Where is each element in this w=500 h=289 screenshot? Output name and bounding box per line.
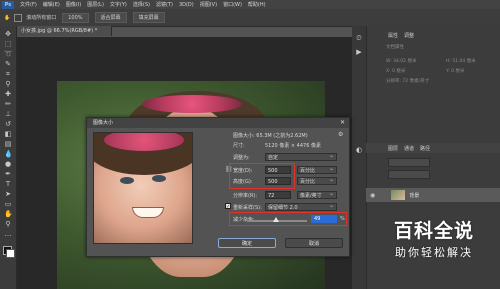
history-panel-icon[interactable]: ⏲ bbox=[355, 34, 363, 42]
watermark-title: 百科全说 bbox=[393, 220, 474, 242]
background-color-swatch[interactable] bbox=[6, 249, 15, 258]
color-panel-icon[interactable]: ◐ bbox=[355, 146, 363, 154]
tab-properties[interactable]: 属性 bbox=[388, 32, 398, 39]
menu-layer[interactable]: 图层(L) bbox=[87, 1, 104, 8]
history-brush-icon[interactable]: ↺ bbox=[4, 120, 12, 128]
marquee-tool-icon[interactable]: ⬚ bbox=[4, 40, 12, 48]
layer-name: 背景 bbox=[409, 192, 420, 199]
menu-bar: Ps 文件(F) 编辑(E) 图像(I) 图层(L) 文字(Y) 选择(S) 滤… bbox=[0, 0, 500, 9]
more-tools-icon[interactable]: … bbox=[4, 230, 12, 238]
props-resolution: 分辨率: 72 像素/英寸 bbox=[386, 79, 430, 84]
fill-screen-button[interactable]: 填充屏幕 bbox=[132, 12, 165, 23]
props-x: X: 0 厘米 bbox=[386, 69, 406, 74]
zoom-value[interactable]: 100% bbox=[62, 12, 89, 23]
healing-brush-icon[interactable]: ✚ bbox=[4, 90, 12, 98]
props-title: 文档属性 bbox=[386, 45, 404, 50]
tab-paths[interactable]: 路径 bbox=[420, 145, 430, 152]
resolution-unit-select[interactable]: 像素/英寸 bbox=[297, 190, 337, 199]
dimensions-label: 尺寸: bbox=[233, 143, 245, 149]
fit-screen-button[interactable]: 适合屏幕 bbox=[94, 12, 127, 23]
cancel-button[interactable]: 取消 bbox=[285, 238, 343, 248]
dialog-preview[interactable] bbox=[93, 132, 193, 244]
crop-tool-icon[interactable]: ⌗ bbox=[4, 70, 12, 78]
hand-tool-icon[interactable]: ✋ bbox=[4, 210, 13, 218]
document-tab[interactable]: 小女孩.jpg @ 66.7%(RGB/8#) * bbox=[17, 26, 112, 36]
dimensions-value: 5120 像素 × 4476 像素 bbox=[265, 143, 321, 149]
highlight-width-height bbox=[229, 163, 295, 189]
photo-headband bbox=[142, 95, 242, 113]
scroll-all-label: 滚动所有窗口 bbox=[26, 15, 57, 21]
menu-help[interactable]: 帮助(H) bbox=[248, 1, 266, 8]
blur-tool-icon[interactable]: 💧 bbox=[4, 150, 13, 158]
watermark: 百科全说 助你轻松解决 bbox=[370, 216, 498, 261]
highlight-reduce-noise bbox=[229, 212, 347, 226]
layers-tabs: 图层 通道 路径 bbox=[366, 143, 500, 153]
resample-label: 重新采样(S): bbox=[233, 205, 262, 211]
scroll-all-checkbox[interactable] bbox=[14, 13, 23, 22]
tab-layers[interactable]: 图层 bbox=[388, 145, 398, 152]
fit-to-select[interactable]: 自定 bbox=[265, 152, 337, 161]
dodge-tool-icon[interactable]: ● bbox=[4, 160, 12, 168]
menu-file[interactable]: 文件(F) bbox=[20, 1, 37, 8]
menu-view[interactable]: 视图(V) bbox=[200, 1, 217, 8]
pen-tool-icon[interactable]: ✒ bbox=[4, 170, 12, 178]
brush-tool-icon[interactable]: ✏ bbox=[4, 100, 12, 108]
props-width: W: 34.02 厘米 bbox=[386, 59, 417, 64]
resolution-label: 分辨率(R): bbox=[233, 193, 258, 199]
fit-to-label: 调整为: bbox=[233, 155, 250, 161]
hand-tool-icon[interactable]: ✋ bbox=[4, 15, 10, 21]
eraser-icon[interactable]: ◧ bbox=[4, 130, 12, 138]
visibility-eye-icon[interactable]: ◉ bbox=[370, 192, 375, 199]
preview-mouth bbox=[132, 207, 164, 218]
image-size-value: 图像大小: 65.3M (之前为2.62M) bbox=[233, 133, 308, 139]
gear-icon[interactable]: ⚙ bbox=[338, 131, 343, 138]
watermark-subtitle: 助你轻松解决 bbox=[395, 246, 473, 259]
type-tool-icon[interactable]: T bbox=[4, 180, 12, 188]
blend-mode-select[interactable] bbox=[388, 170, 430, 179]
dialog-title: 图像大小 bbox=[87, 118, 349, 128]
props-height: H: 51.04 厘米 bbox=[446, 59, 476, 64]
layer-thumbnail bbox=[391, 190, 406, 200]
photoshop-logo: Ps bbox=[2, 0, 14, 9]
image-size-dialog: 图像大小 ✕ 图像大小: 65.3M (之前为2.62M) ⚙ 尺寸: 5120… bbox=[86, 117, 350, 257]
menu-filter[interactable]: 滤镜(T) bbox=[156, 1, 173, 8]
resample-checkbox[interactable]: ✓ bbox=[225, 203, 231, 210]
preview-right-eye bbox=[152, 175, 166, 182]
tab-channels[interactable]: 通道 bbox=[404, 145, 414, 152]
props-y: Y: 0 厘米 bbox=[446, 69, 465, 74]
menu-edit[interactable]: 编辑(E) bbox=[43, 1, 60, 8]
menu-select[interactable]: 选择(S) bbox=[133, 1, 150, 8]
preview-left-eye bbox=[120, 177, 134, 184]
height-unit-select[interactable]: 百分比 bbox=[297, 176, 337, 185]
width-unit-select[interactable]: 百分比 bbox=[297, 165, 337, 174]
move-tool-icon[interactable]: ✥ bbox=[4, 30, 12, 38]
properties-tabs: 属性 调整 bbox=[366, 30, 500, 40]
menu-image[interactable]: 图像(I) bbox=[66, 1, 81, 8]
resample-select[interactable]: 保留细节 2.0 bbox=[265, 202, 337, 211]
eyedropper-icon[interactable]: ⚲ bbox=[4, 80, 12, 88]
tab-adjustments[interactable]: 调整 bbox=[404, 32, 414, 39]
quick-select-icon[interactable]: ✎ bbox=[4, 60, 12, 68]
gradient-tool-icon[interactable]: ▤ bbox=[4, 140, 12, 148]
lasso-tool-icon[interactable]: ➰ bbox=[4, 50, 13, 58]
options-bar: ✋ 滚动所有窗口 100% 适合屏幕 填充屏幕 bbox=[0, 9, 500, 27]
zoom-tool-icon[interactable]: ⚲ bbox=[4, 220, 12, 228]
menu-3d[interactable]: 3D(D) bbox=[179, 2, 194, 8]
menu-type[interactable]: 文字(Y) bbox=[110, 1, 127, 8]
resolution-input[interactable]: 72 bbox=[265, 191, 291, 199]
ok-button[interactable]: 确定 bbox=[218, 238, 276, 248]
path-select-icon[interactable]: ➤ bbox=[4, 190, 12, 198]
shape-tool-icon[interactable]: ▭ bbox=[4, 200, 12, 208]
stamp-tool-icon[interactable]: ⊥ bbox=[4, 110, 12, 118]
menu-window[interactable]: 窗口(W) bbox=[223, 1, 242, 8]
close-icon[interactable]: ✕ bbox=[340, 118, 345, 128]
layer-row[interactable]: ◉ 背景 bbox=[366, 188, 500, 202]
actions-panel-icon[interactable]: ▶ bbox=[355, 48, 363, 56]
tools-panel: ✥ ⬚ ➰ ✎ ⌗ ⚲ ✚ ✏ ⊥ ↺ ◧ ▤ 💧 ● ✒ T ➤ ▭ ✋ ⚲ … bbox=[0, 26, 17, 289]
panel-icon-strip: ⏲ ▶ ◐ bbox=[352, 26, 367, 289]
layer-filter-select[interactable] bbox=[388, 158, 430, 167]
